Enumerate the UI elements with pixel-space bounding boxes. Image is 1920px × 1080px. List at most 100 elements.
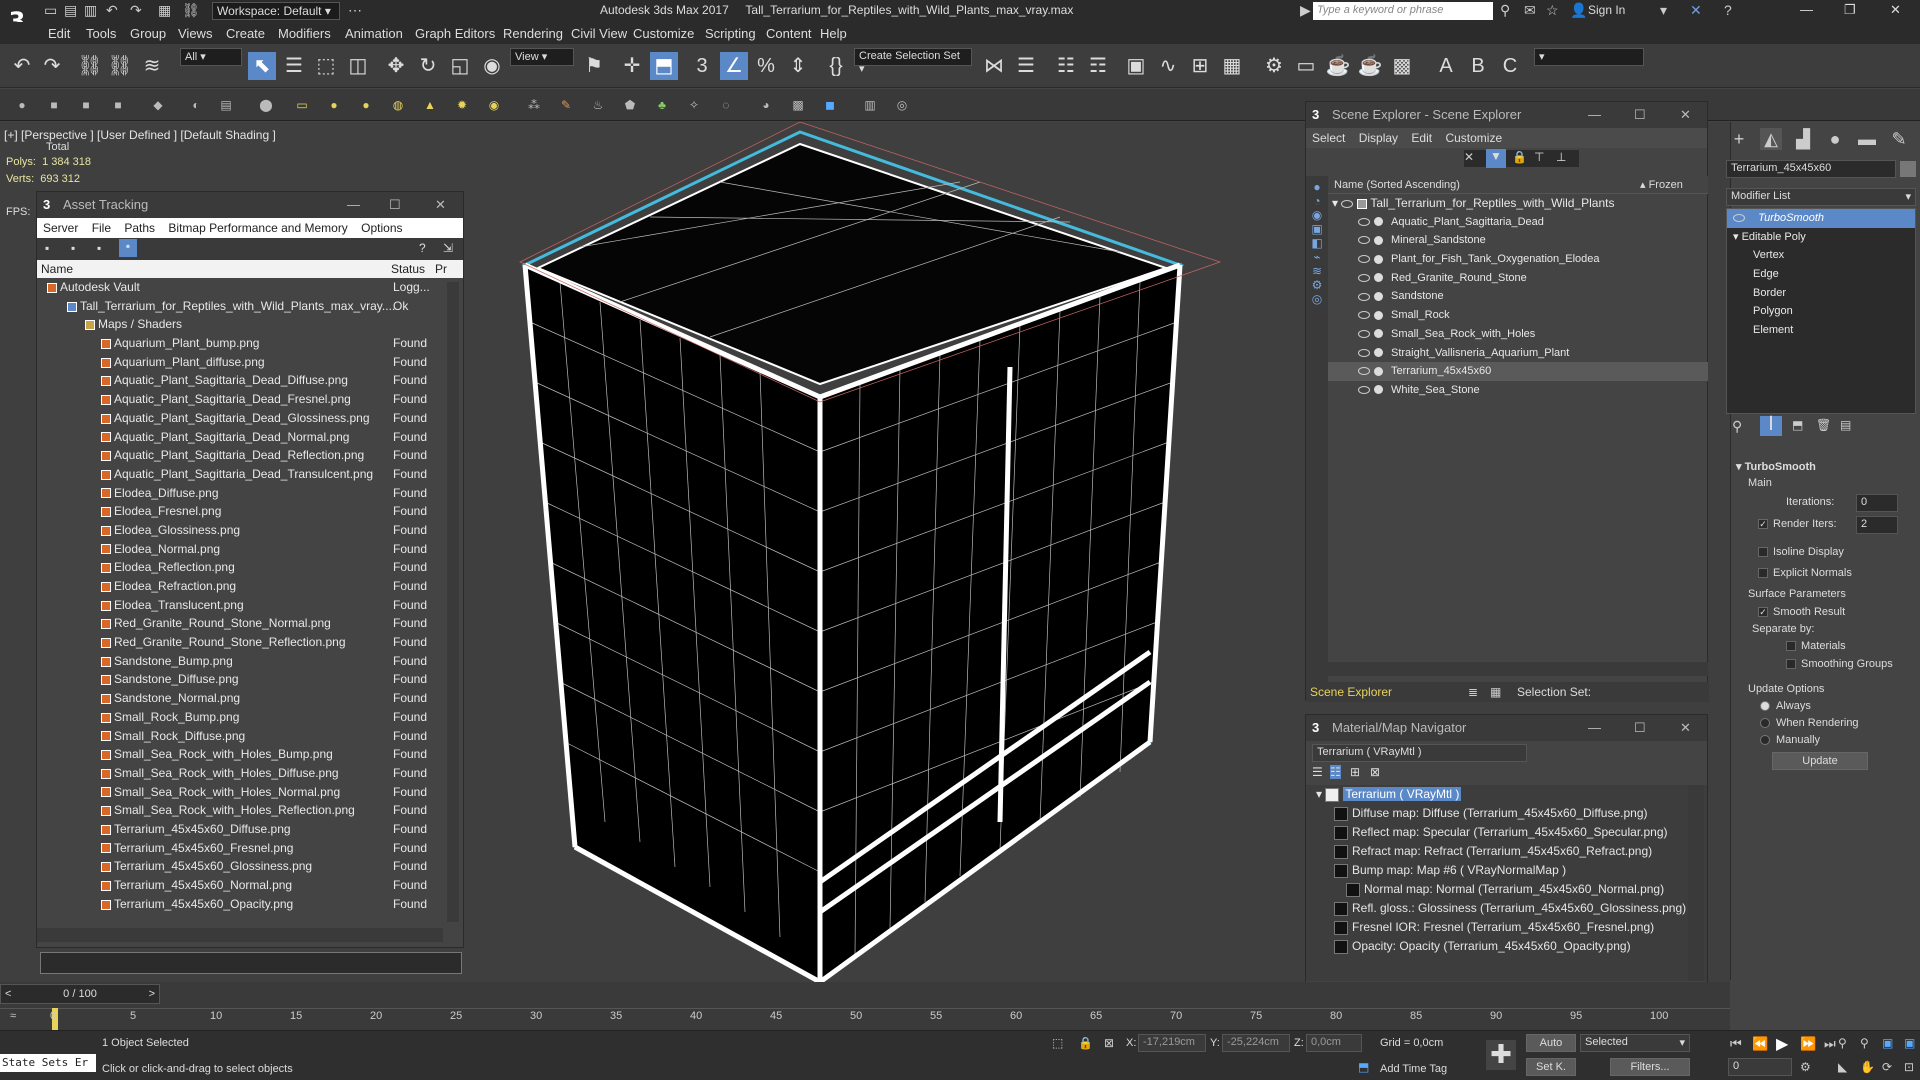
side-filter-3-icon[interactable]: ◉ xyxy=(1306,208,1328,222)
asset-row[interactable]: Elodea_Fresnel.png Found xyxy=(37,502,463,521)
prev-frame-icon[interactable]: ⏪ xyxy=(1752,1036,1768,1052)
rotate-icon[interactable]: ↻ xyxy=(414,52,442,80)
modify-tab-icon[interactable]: ◭ xyxy=(1760,128,1782,150)
when-rendering-radio[interactable]: When Rendering xyxy=(1760,717,1859,729)
scale-icon[interactable]: ◱ xyxy=(446,52,474,80)
render-setup-icon[interactable]: ⚙ xyxy=(1260,52,1288,80)
material-name-field[interactable]: Terrarium ( VRayMtl ) xyxy=(1312,744,1527,762)
menu-edit[interactable]: Edit xyxy=(48,26,70,41)
pan-icon[interactable]: ✋ xyxy=(1860,1060,1875,1074)
ribbon-torus-icon[interactable]: ◍ xyxy=(388,95,408,115)
asset-hscroll[interactable] xyxy=(37,928,443,942)
asset-menu-server[interactable]: Server xyxy=(43,221,78,235)
menu-group[interactable]: Group xyxy=(130,26,166,41)
asset-tracking-titlebar[interactable]: 3 Asset Tracking — ☐ ✕ xyxy=(37,192,463,218)
asset-view-4-icon[interactable]: ▪ xyxy=(119,239,137,257)
ribbon-box-icon[interactable]: ▭ xyxy=(292,95,312,115)
modifier-list-dropdown[interactable]: Modifier List ▾ xyxy=(1726,188,1916,206)
align-icon[interactable]: ☰ xyxy=(1012,52,1040,80)
ribbon-toggle-icon[interactable]: ▣ xyxy=(1122,52,1150,80)
material-nav-titlebar[interactable]: 3 Material/Map Navigator — ☐ ✕ xyxy=(1306,715,1707,741)
ribbon-cone-icon[interactable]: ▲ xyxy=(420,95,440,115)
key-filter-dropdown[interactable]: Selected ▾ xyxy=(1580,1034,1690,1052)
scene-footer-label[interactable]: Scene Explorer xyxy=(1310,685,1392,699)
material-close-button[interactable]: ✕ xyxy=(1680,715,1691,741)
pivot-icon[interactable]: ⚑ xyxy=(580,52,608,80)
asset-row[interactable]: Aquatic_Plant_Sagittaria_Dead_Normal.png… xyxy=(37,428,463,447)
scene-close-button[interactable]: ✕ xyxy=(1680,102,1691,128)
quickaccess-more-icon[interactable]: ⋯ xyxy=(348,2,362,19)
explicit-normals-checkbox[interactable]: Explicit Normals xyxy=(1758,567,1852,579)
rendered-frame-icon[interactable]: ▭ xyxy=(1292,52,1320,80)
b-tool-icon[interactable]: B xyxy=(1464,52,1492,80)
workspace-dropdown[interactable]: Workspace: Default ▾ xyxy=(212,2,340,20)
time-slider[interactable]: <0 / 100 > xyxy=(0,984,160,1004)
select-by-name-icon[interactable]: ☰ xyxy=(280,52,308,80)
asset-minimize-button[interactable]: — xyxy=(347,192,360,218)
undo-icon[interactable]: ↶ xyxy=(106,2,118,19)
ribbon-sphere-icon[interactable]: ● xyxy=(324,95,344,115)
asset-row[interactable]: Small_Rock_Diffuse.png Found xyxy=(37,727,463,746)
material-map-row[interactable]: Reflect map: Specular (Terrarium_45x45x6… xyxy=(1306,823,1707,842)
maximize-viewport-icon[interactable]: ⊡ xyxy=(1904,1060,1914,1074)
material-map-row[interactable]: Diffuse map: Diffuse (Terrarium_45x45x60… xyxy=(1306,804,1707,823)
asset-row[interactable]: Sandstone_Bump.png Found xyxy=(37,652,463,671)
asset-row[interactable]: Aquatic_Plant_Sagittaria_Dead_Transulcen… xyxy=(37,465,463,484)
asset-row[interactable]: Elodea_Normal.png Found xyxy=(37,540,463,559)
ribbon-tool-1-icon[interactable]: ● xyxy=(12,95,32,115)
asset-path-field[interactable] xyxy=(40,952,462,974)
large-icons-icon[interactable]: ⊞ xyxy=(1350,765,1360,779)
curve-editor-mini-icon[interactable]: ≈ xyxy=(10,1010,16,1022)
list-view-icon[interactable]: ☰ xyxy=(1312,765,1323,779)
render-iters-spinner[interactable]: 2 xyxy=(1856,516,1898,534)
dropdown-arrow-icon[interactable]: ▾ xyxy=(1660,2,1667,19)
toolbar-empty-dropdown[interactable]: ▾ xyxy=(1534,48,1644,66)
select-object-icon[interactable]: ⬉ xyxy=(248,52,276,80)
orbit-icon[interactable]: ⟳ xyxy=(1882,1060,1892,1074)
scene-row[interactable]: Plant_for_Fish_Tank_Oxygenation_Elodea xyxy=(1328,250,1708,269)
render-iters-checkbox[interactable]: ✓ Render Iters: xyxy=(1758,518,1837,530)
asset-row[interactable]: Aquatic_Plant_Sagittaria_Dead_Glossiness… xyxy=(37,409,463,428)
object-color-swatch[interactable] xyxy=(1900,161,1916,177)
visibility-eye-icon[interactable] xyxy=(1358,348,1370,357)
render-cloud-icon[interactable]: ▩ xyxy=(1388,52,1416,80)
ribbon-star-icon[interactable]: ✹ xyxy=(452,95,472,115)
asset-row[interactable]: Sandstone_Diffuse.png Found xyxy=(37,670,463,689)
asset-row[interactable]: Elodea_Diffuse.png Found xyxy=(37,484,463,503)
scene-row[interactable]: Red_Granite_Round_Stone xyxy=(1328,269,1708,288)
named-selection-dropdown[interactable]: Create Selection Set ▾ xyxy=(854,48,972,75)
menu-animation[interactable]: Animation xyxy=(345,26,403,41)
scene-explorer-titlebar[interactable]: 3 Scene Explorer - Scene Explorer — ☐ ✕ xyxy=(1306,102,1707,128)
asset-row[interactable]: Elodea_Reflection.png Found xyxy=(37,558,463,577)
menu-modifiers[interactable]: Modifiers xyxy=(278,26,331,41)
material-maximize-button[interactable]: ☐ xyxy=(1634,715,1646,741)
stack-edge[interactable]: Edge xyxy=(1727,265,1915,284)
menu-tools[interactable]: Tools xyxy=(86,26,116,41)
asset-row-maps[interactable]: Maps / Shaders xyxy=(37,315,463,334)
scene-menu-display[interactable]: Display xyxy=(1359,131,1398,145)
turbosmooth-rollout[interactable]: ▾ TurboSmooth xyxy=(1736,460,1816,473)
move-icon[interactable]: ✥ xyxy=(382,52,410,80)
favorites-icon[interactable]: ☆ xyxy=(1546,2,1559,19)
stack-turbosmooth[interactable]: TurboSmooth xyxy=(1727,209,1915,228)
undo-icon[interactable]: ↶ xyxy=(8,52,36,80)
asset-view-3-icon[interactable]: ▪ xyxy=(97,241,101,255)
x-coord-field[interactable]: -17,219cm xyxy=(1138,1034,1206,1052)
asset-view-2-icon[interactable]: ▪ xyxy=(71,241,75,255)
scene-maximize-button[interactable]: ☐ xyxy=(1634,102,1646,128)
material-map-row[interactable]: Refl. gloss.: Glossiness (Terrarium_45x4… xyxy=(1306,899,1707,918)
material-row-root[interactable]: ▾ Terrarium ( VRayMtl ) xyxy=(1306,785,1707,804)
update-button[interactable]: Update xyxy=(1772,752,1868,770)
spinner-snap-icon[interactable]: ⇕ xyxy=(784,52,812,80)
material-vscroll[interactable] xyxy=(1688,785,1704,981)
redo-icon[interactable]: ↷ xyxy=(38,52,66,80)
asset-row[interactable]: Small_Sea_Rock_with_Holes_Bump.png Found xyxy=(37,745,463,764)
selection-filter-dropdown[interactable]: All ▾ xyxy=(180,48,242,66)
material-map-row[interactable]: Normal map: Normal (Terrarium_45x45x60_N… xyxy=(1306,880,1707,899)
redo-icon[interactable]: ↷ xyxy=(130,2,142,19)
side-filter-5-icon[interactable]: ◧ xyxy=(1306,236,1328,250)
asset-menu-bitmap[interactable]: Bitmap Performance and Memory xyxy=(168,221,347,235)
side-filter-1-icon[interactable]: ● xyxy=(1306,180,1328,194)
asset-menu-paths[interactable]: Paths xyxy=(124,221,155,235)
asset-row-file[interactable]: Tall_Terrarium_for_Reptiles_with_Wild_Pl… xyxy=(37,297,463,316)
